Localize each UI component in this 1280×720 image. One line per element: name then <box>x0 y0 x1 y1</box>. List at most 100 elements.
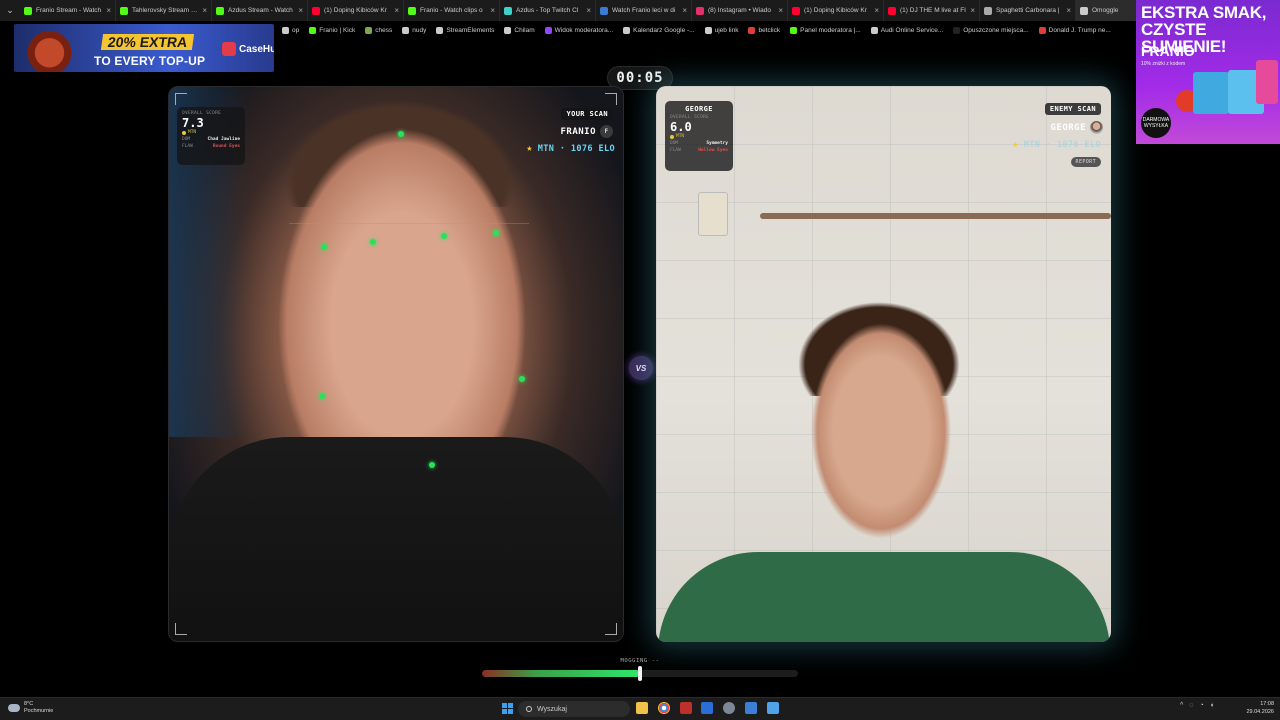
tab-favicon-icon <box>888 6 896 15</box>
trait-key: DOM <box>670 141 679 146</box>
browser-tab[interactable]: (8) Instagram • Wiado × <box>692 0 788 21</box>
network-icon[interactable]: ◌ <box>1189 702 1193 709</box>
bookmark-item[interactable]: Donald J. Trump ne... <box>1038 27 1111 34</box>
settings-gear-icon[interactable] <box>723 702 735 714</box>
obs-app-icon[interactable] <box>680 702 692 714</box>
wifi-icon[interactable]: ◔ <box>1199 702 1203 709</box>
report-button[interactable]: REPORT <box>1070 157 1101 167</box>
tab-close-icon[interactable]: × <box>586 6 591 15</box>
windows-taskbar: 8°C Pochmurnie Wyszukaj ^ ◌ ◔ ◖ 17:08 29.… <box>0 697 1280 720</box>
tab-title: Franio - Watch clips o <box>420 7 483 14</box>
tab-search-chevron-icon[interactable]: ⌄ <box>0 0 20 21</box>
bookmark-favicon-icon <box>870 27 878 34</box>
tab-close-icon[interactable]: × <box>490 6 495 15</box>
tab-title: (1) DJ THE M live at FI <box>900 7 966 14</box>
bookmark-item[interactable]: op <box>282 27 299 34</box>
dominant-trait-row: DOM Chad Jawline <box>182 137 240 142</box>
browser-tab[interactable]: Franio - Watch clips o × <box>404 0 500 21</box>
bookmark-item[interactable]: betclick <box>748 27 780 34</box>
flaw-key: FLAW <box>182 144 193 149</box>
tab-close-icon[interactable]: × <box>1066 6 1071 15</box>
weather-widget[interactable]: 8°C Pochmurnie <box>8 701 53 715</box>
tab-favicon-icon <box>120 6 128 15</box>
file-explorer-icon[interactable] <box>636 702 648 714</box>
browser-tab[interactable]: Watch Franio leci w di × <box>596 0 692 21</box>
franio-ice-cream-ad[interactable]: EKSTRA SMAK, CZYSTE SUMIENIE! FRANIO 10%… <box>1136 0 1280 144</box>
browser-tab-strip: ⌄ Franio Stream - Watch × Tahlerovsky Stre… <box>0 0 1280 21</box>
bookmark-item[interactable]: Panel moderatora |... <box>790 27 861 34</box>
browser-tab[interactable]: Azdus Stream - Watch × <box>212 0 308 21</box>
treasure-chest-icon <box>18 24 88 72</box>
tier-label: MTN <box>676 134 685 139</box>
windows-start-icon[interactable] <box>502 703 513 714</box>
frame-corner <box>605 93 617 105</box>
tab-favicon-icon <box>504 6 512 15</box>
browser-tab[interactable]: Franio Stream - Watch × <box>20 0 116 21</box>
tab-favicon-icon <box>312 6 320 15</box>
taskbar-clock[interactable]: 17:08 29.04.2026 <box>1240 700 1274 716</box>
bookmark-item[interactable]: Widok moderatora... <box>544 27 613 34</box>
clock-date: 29.04.2026 <box>1246 709 1274 715</box>
taskbar-search[interactable]: Wyszukaj <box>518 701 630 717</box>
tab-close-icon[interactable]: × <box>874 6 879 15</box>
mogging-meter-marker <box>638 666 642 681</box>
bookmark-item[interactable]: StreamElements <box>436 27 494 34</box>
volume-icon[interactable]: ◖ <box>1210 702 1214 709</box>
tab-close-icon[interactable]: × <box>394 6 399 15</box>
bookmark-item[interactable]: Chilam <box>504 27 535 34</box>
browser-tab[interactable]: Tahlerovsky Stream - W × <box>116 0 212 21</box>
browser-tab[interactable]: Azdus - Top Twitch Cl × <box>500 0 596 21</box>
avatar[interactable] <box>1090 121 1103 134</box>
bookmark-item[interactable]: Audi Online Service... <box>870 27 943 34</box>
tab-favicon-icon <box>696 6 704 15</box>
chrome-icon[interactable] <box>658 702 670 714</box>
weather-temp: 8°C <box>24 701 34 707</box>
ad-brand: FRANIO <box>1141 43 1195 59</box>
bookmark-item[interactable]: Kalendarz Google -... <box>623 27 695 34</box>
app-icon[interactable] <box>745 702 757 714</box>
avatar[interactable]: F <box>600 125 613 138</box>
bookmark-favicon-icon <box>544 27 552 34</box>
tab-title: Spaghetti Carbonara | <box>996 7 1060 14</box>
tab-favicon-icon <box>1080 6 1088 15</box>
bookmark-label: Panel moderatora |... <box>800 27 861 34</box>
browser-tab[interactable]: (1) Doping Kibiców Kr × <box>308 0 404 21</box>
browser-tab[interactable]: (1) DJ THE M live at FI × <box>884 0 980 21</box>
bookmark-item[interactable]: Opuszczone miejsca... <box>953 27 1029 34</box>
edge-icon[interactable] <box>701 702 713 714</box>
frame-corner <box>175 623 187 635</box>
tab-close-icon[interactable]: × <box>970 6 975 15</box>
browser-tab[interactable]: (1) Doping Kibiców Kr × <box>788 0 884 21</box>
bookmark-favicon-icon <box>748 27 756 34</box>
bookmark-item[interactable]: nudy <box>402 27 426 34</box>
casehug-promo-banner[interactable]: 20% EXTRA TO EVERY TOP-UP CaseHug <box>14 24 274 72</box>
tab-close-icon[interactable]: × <box>778 6 783 15</box>
overall-score-value: 6.0 <box>670 120 692 134</box>
tab-title: Azdus Stream - Watch <box>228 7 293 14</box>
tab-close-icon[interactable]: × <box>298 6 303 15</box>
mogging-label: MOGGING -- <box>620 658 660 664</box>
notepad-icon[interactable] <box>767 702 779 714</box>
player-name-text: GEORGE <box>1050 122 1086 133</box>
tab-close-icon[interactable]: × <box>202 6 207 15</box>
weather-text: 8°C Pochmurnie <box>24 701 53 715</box>
tab-close-icon[interactable]: × <box>106 6 111 15</box>
chevron-up-icon[interactable]: ^ <box>1180 702 1183 709</box>
tab-title: (1) Doping Kibiców Kr <box>324 7 387 14</box>
bookmark-item[interactable]: Franio | Kick <box>309 27 355 34</box>
flaw-key: FLAW <box>670 148 681 153</box>
bookmark-favicon-icon <box>282 27 289 34</box>
bookmark-item[interactable]: chess <box>365 27 392 34</box>
bookmark-item[interactable]: ujeb link <box>704 27 738 34</box>
elo-text: MTN · 1076 ELO <box>537 143 615 154</box>
face-landmark-dot <box>429 462 435 468</box>
tab-close-icon[interactable]: × <box>682 6 687 15</box>
browser-tab[interactable]: Spaghetti Carbonara | × <box>980 0 1076 21</box>
promo-subline: TO EVERY TOP-UP <box>94 54 206 68</box>
bookmark-label: Kalendarz Google -... <box>633 27 695 34</box>
tab-list: Franio Stream - Watch × Tahlerovsky Stream… <box>20 0 1172 21</box>
bookmark-label: Opuszczone miejsca... <box>963 27 1029 34</box>
bookmark-favicon-icon <box>365 27 373 34</box>
bookmark-favicon-icon <box>436 27 444 34</box>
face-landmark-dot <box>321 244 327 250</box>
